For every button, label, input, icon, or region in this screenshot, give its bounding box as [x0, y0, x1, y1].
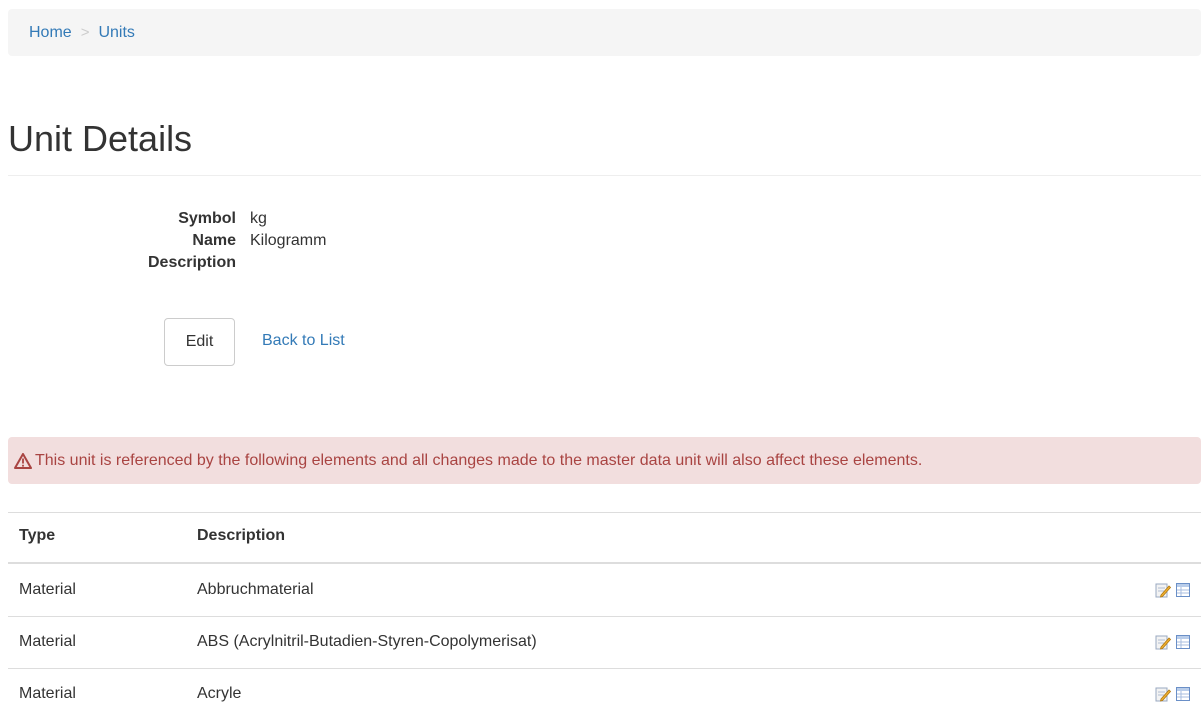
table-row: Material Abbruchmaterial [8, 565, 1201, 617]
row-description: Abbruchmaterial [197, 581, 314, 598]
row-actions [1155, 634, 1191, 650]
breadcrumb: Home > Units [8, 9, 1201, 56]
row-type: Material [19, 685, 76, 702]
details-icon[interactable] [1175, 582, 1191, 598]
breadcrumb-separator: > [80, 24, 90, 41]
table-row: Material Acryle [8, 669, 1201, 721]
edit-icon[interactable] [1155, 686, 1171, 702]
breadcrumb-units-link[interactable]: Units [98, 24, 134, 42]
title-divider [8, 175, 1201, 176]
edit-button[interactable]: Edit [164, 318, 235, 366]
detail-label-description: Description [147, 254, 236, 271]
table-row: Material ABS (Acrylnitril-Butadien-Styre… [8, 617, 1201, 669]
breadcrumb-home-link[interactable]: Home [29, 24, 72, 42]
alert-text: This unit is referenced by the following… [35, 451, 923, 469]
detail-label-symbol: Symbol [178, 210, 236, 227]
detail-label-name: Name [192, 232, 236, 249]
column-header-type: Type [19, 527, 56, 544]
reference-warning-alert: This unit is referenced by the following… [8, 437, 1201, 484]
row-actions [1155, 686, 1191, 702]
row-description: ABS (Acrylnitril-Butadien-Styren-Copolym… [197, 633, 537, 650]
detail-value-name: Kilogramm [250, 232, 327, 249]
row-type: Material [19, 581, 76, 598]
back-to-list-link[interactable]: Back to List [262, 330, 345, 352]
details-icon[interactable] [1175, 634, 1191, 650]
detail-value-symbol: kg [250, 210, 267, 227]
column-header-description: Description [197, 527, 286, 544]
row-actions [1155, 582, 1191, 598]
details-icon[interactable] [1175, 686, 1191, 702]
table-header-row: Type Description [8, 513, 1201, 564]
row-type: Material [19, 633, 76, 650]
edit-icon[interactable] [1155, 582, 1171, 598]
page-title: Unit Details [8, 118, 193, 159]
edit-icon[interactable] [1155, 634, 1171, 650]
row-description: Acryle [197, 685, 242, 702]
warning-triangle-icon [14, 452, 32, 469]
